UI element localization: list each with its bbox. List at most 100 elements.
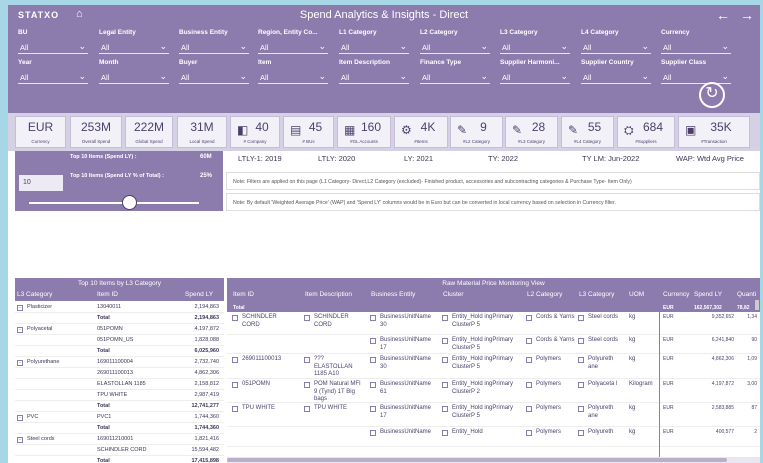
col-item-id[interactable]: Item ID bbox=[97, 291, 118, 298]
collapse-icon[interactable]: − bbox=[17, 437, 23, 443]
expand-icon[interactable] bbox=[370, 315, 376, 321]
table-row[interactable]: − Polyurethane 169011100004 2,732,740 bbox=[15, 357, 224, 368]
filter-dropdown[interactable]: All ⌄ bbox=[99, 71, 169, 84]
expand-icon[interactable] bbox=[578, 382, 584, 388]
expand-icon[interactable] bbox=[526, 382, 532, 388]
filter-dropdown[interactable]: All ⌄ bbox=[661, 71, 731, 84]
table-row[interactable]: 051POMN POM Natural MFI 9 (Tynd) 1T Big b… bbox=[227, 379, 760, 403]
expand-icon[interactable] bbox=[442, 315, 448, 321]
horizontal-scrollbar[interactable] bbox=[227, 457, 760, 463]
expand-icon[interactable] bbox=[442, 382, 448, 388]
table-row[interactable]: − PVC PVC1 1,744,360 bbox=[15, 412, 224, 423]
col-header[interactable]: Item Description bbox=[305, 291, 352, 298]
table-row[interactable]: BusinessUnitName 17 Entity_Hold ingPrimar… bbox=[227, 335, 760, 354]
expand-icon[interactable] bbox=[578, 357, 584, 363]
table-row[interactable]: Total 6,025,960 bbox=[15, 346, 224, 357]
filter-dropdown[interactable]: All ⌄ bbox=[18, 41, 88, 54]
expand-icon[interactable] bbox=[442, 338, 448, 344]
expand-icon[interactable] bbox=[526, 315, 532, 321]
filter-dropdown[interactable]: All ⌄ bbox=[581, 71, 651, 84]
expand-icon[interactable] bbox=[370, 430, 376, 436]
top-n-slider-track[interactable] bbox=[29, 202, 199, 204]
collapse-icon[interactable]: − bbox=[17, 415, 23, 421]
expand-icon[interactable] bbox=[526, 357, 532, 363]
expand-icon[interactable] bbox=[578, 406, 584, 412]
table-row[interactable]: SCHINDLER CORD 15,594,482 bbox=[15, 445, 224, 456]
expand-icon[interactable] bbox=[370, 406, 376, 412]
filter-dropdown[interactable]: All ⌄ bbox=[99, 41, 169, 54]
forward-arrow-icon[interactable]: → bbox=[740, 7, 754, 23]
col-header[interactable]: L3 Category bbox=[579, 291, 614, 298]
filter-dropdown[interactable]: All ⌄ bbox=[339, 41, 409, 54]
col-header[interactable]: Cluster bbox=[443, 291, 464, 298]
expand-icon[interactable] bbox=[442, 430, 448, 436]
top-n-slider-handle[interactable] bbox=[122, 195, 137, 210]
col-header[interactable]: UOM bbox=[629, 291, 644, 298]
expand-icon[interactable] bbox=[526, 338, 532, 344]
table-row[interactable]: − Plasticizer 13040011 2,194,863 bbox=[15, 302, 224, 313]
col-header[interactable]: Business Entity bbox=[371, 291, 415, 298]
table-row[interactable]: Total 17,415,898 bbox=[15, 456, 224, 463]
collapse-icon[interactable]: − bbox=[17, 360, 23, 366]
col-header[interactable]: Item ID bbox=[233, 291, 254, 298]
expand-icon[interactable] bbox=[232, 382, 238, 388]
filter-dropdown[interactable]: All ⌄ bbox=[500, 41, 570, 54]
table-row[interactable]: − Polyacetal 051POMN 4,197,872 bbox=[15, 324, 224, 335]
expand-icon[interactable] bbox=[232, 357, 238, 363]
back-arrow-icon[interactable]: ← bbox=[716, 7, 730, 23]
table-row[interactable]: − Steel cords 169011210001 1,821,416 bbox=[15, 434, 224, 445]
cell-desc: ??? ELASTOLLAN 1185 A10 bbox=[314, 356, 353, 377]
filter-dropdown[interactable]: All ⌄ bbox=[420, 41, 490, 54]
reset-filters-icon[interactable]: ↻ bbox=[699, 82, 725, 108]
table-row[interactable]: Total 2,194,863 bbox=[15, 313, 224, 324]
col-header[interactable]: Quanti bbox=[737, 291, 756, 298]
table-row[interactable]: TPU WHITE 2,987,419 bbox=[15, 390, 224, 401]
col-spend-ly[interactable]: Spend LY bbox=[185, 291, 213, 298]
filter-dropdown[interactable]: All ⌄ bbox=[581, 41, 651, 54]
collapse-icon[interactable]: − bbox=[17, 305, 23, 311]
vertical-scrollbar[interactable] bbox=[755, 300, 759, 310]
filter-dropdown[interactable]: All ⌄ bbox=[18, 71, 88, 84]
filter-dropdown[interactable]: All ⌄ bbox=[258, 41, 328, 54]
table-row[interactable]: Total 1,744,360 bbox=[15, 423, 224, 434]
expand-icon[interactable] bbox=[578, 315, 584, 321]
expand-icon[interactable] bbox=[304, 315, 310, 321]
filter-dropdown[interactable]: All ⌄ bbox=[258, 71, 328, 84]
expand-icon[interactable] bbox=[526, 406, 532, 412]
scrollbar-thumb[interactable] bbox=[227, 458, 727, 462]
filter-dropdown[interactable]: All ⌄ bbox=[500, 71, 570, 84]
cell-cluster: Entity_Hold ingPrimary ClusterP 5 bbox=[452, 337, 514, 351]
filter-dropdown[interactable]: All ⌄ bbox=[420, 71, 490, 84]
filter-dropdown[interactable]: All ⌄ bbox=[179, 41, 249, 54]
col-l3-category[interactable]: L3 Category bbox=[17, 291, 52, 298]
expand-icon[interactable] bbox=[370, 382, 376, 388]
expand-icon[interactable] bbox=[526, 430, 532, 436]
collapse-icon[interactable]: − bbox=[17, 327, 23, 333]
table-row[interactable]: Total 12,741,277 bbox=[15, 401, 224, 412]
table-row[interactable]: TPU WHITE TPU WHITE BusinessUnitName 17 Ent… bbox=[227, 403, 760, 427]
table-row[interactable]: 269011100013 4,862,306 bbox=[15, 368, 224, 379]
table-row[interactable]: SCHINDLER CORD SCHINDLER CORD BusinessUnit… bbox=[227, 312, 760, 335]
table-row[interactable]: BusinessUnitName Entity_Hold Polymers Polyu… bbox=[227, 427, 760, 447]
expand-icon[interactable] bbox=[578, 338, 584, 344]
col-header[interactable]: Currency bbox=[663, 291, 689, 298]
expand-icon[interactable] bbox=[304, 406, 310, 412]
expand-icon[interactable] bbox=[442, 406, 448, 412]
expand-icon[interactable] bbox=[370, 357, 376, 363]
filter-dropdown[interactable]: All ⌄ bbox=[339, 71, 409, 84]
table-row[interactable]: 269011100013 ??? ELASTOLLAN 1185 A10 Busin… bbox=[227, 354, 760, 379]
expand-icon[interactable] bbox=[232, 406, 238, 412]
col-header[interactable]: L2 Category bbox=[527, 291, 562, 298]
expand-icon[interactable] bbox=[578, 430, 584, 436]
top-n-input[interactable]: 10 bbox=[19, 175, 63, 191]
col-header[interactable]: Spend LY bbox=[694, 291, 722, 298]
filter-dropdown[interactable]: All ⌄ bbox=[179, 71, 249, 84]
expand-icon[interactable] bbox=[304, 382, 310, 388]
table-row[interactable]: 051POMN_US 1,828,088 bbox=[15, 335, 224, 346]
table-row[interactable]: ELASTOLLAN 1185 2,158,812 bbox=[15, 379, 224, 390]
expand-icon[interactable] bbox=[304, 357, 310, 363]
expand-icon[interactable] bbox=[370, 338, 376, 344]
filter-dropdown[interactable]: All ⌄ bbox=[661, 41, 731, 54]
expand-icon[interactable] bbox=[442, 357, 448, 363]
expand-icon[interactable] bbox=[232, 315, 238, 321]
